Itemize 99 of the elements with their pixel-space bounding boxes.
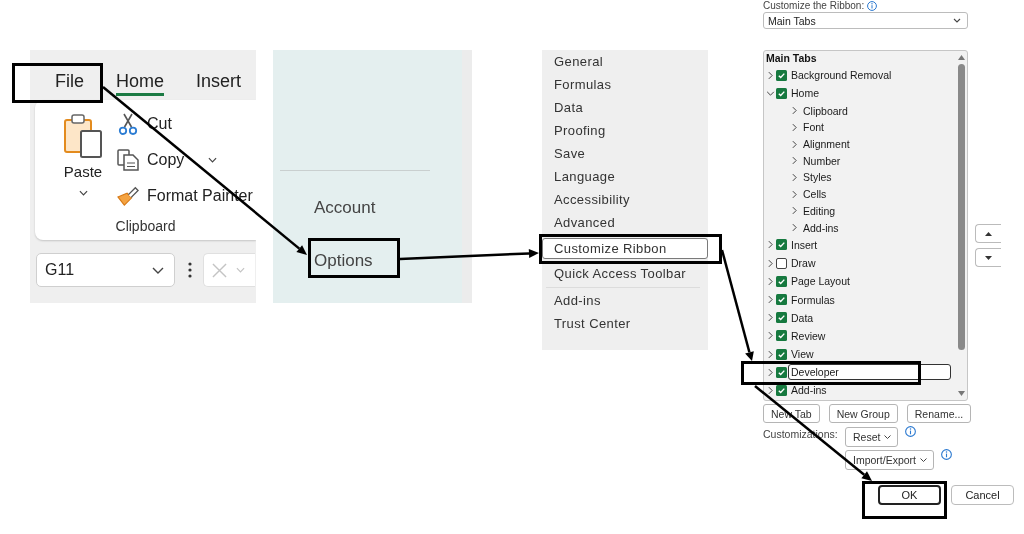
tree-item-label[interactable]: Draw bbox=[788, 255, 819, 272]
options-nav-item[interactable]: Proofing bbox=[542, 122, 708, 139]
tree-item-label[interactable]: Styles bbox=[800, 169, 835, 186]
chevron-down-icon[interactable] bbox=[953, 18, 961, 23]
options-nav-item[interactable]: Data bbox=[542, 99, 708, 116]
chevron-right-icon[interactable] bbox=[792, 189, 797, 199]
caret-icon bbox=[920, 458, 928, 462]
checkbox[interactable] bbox=[776, 384, 787, 396]
tree-item-label[interactable]: Add-ins bbox=[800, 219, 842, 236]
customization-button[interactable]: Reset bbox=[845, 427, 899, 447]
checkbox[interactable] bbox=[776, 87, 787, 99]
move-up-button[interactable] bbox=[975, 224, 1001, 243]
tree-item-label[interactable]: Number bbox=[800, 152, 844, 169]
checkbox[interactable] bbox=[776, 294, 787, 306]
ribbon-tab[interactable]: Insert bbox=[181, 68, 256, 98]
options-nav-item[interactable]: Quick Access Toolbar bbox=[542, 265, 708, 282]
checkbox[interactable] bbox=[776, 330, 787, 342]
tree-item-label[interactable]: View bbox=[788, 346, 817, 363]
chevron-right-icon[interactable] bbox=[768, 349, 773, 359]
options-nav-item[interactable]: Language bbox=[542, 168, 708, 185]
chevron-right-icon[interactable] bbox=[768, 313, 773, 323]
move-down-button[interactable] bbox=[975, 248, 1001, 267]
ribbon-tab[interactable]: Home bbox=[101, 68, 180, 98]
chevron-right-icon[interactable] bbox=[792, 139, 797, 149]
caret-icon bbox=[78, 190, 88, 196]
section-label: Customize the Ribbon: bbox=[763, 0, 865, 11]
options-nav-item[interactable]: General bbox=[542, 53, 708, 70]
options-nav-item[interactable]: Add-ins bbox=[542, 293, 708, 309]
tree-item-label[interactable]: Clipboard bbox=[800, 102, 851, 119]
checkbox[interactable] bbox=[776, 312, 787, 324]
tree-item-label[interactable]: Developer bbox=[788, 364, 951, 381]
tree-item-label[interactable]: Data bbox=[788, 309, 817, 326]
scroll-down-icon[interactable] bbox=[957, 391, 965, 396]
options-nav-item[interactable]: Customize Ribbon bbox=[542, 237, 708, 259]
chevron-right-icon[interactable] bbox=[792, 106, 797, 116]
caret-icon[interactable] bbox=[208, 157, 218, 163]
backstage-nav-item[interactable]: Options bbox=[314, 251, 373, 271]
checkbox[interactable] bbox=[776, 239, 787, 251]
copy-icon bbox=[117, 149, 139, 171]
scrollbar-thumb[interactable] bbox=[957, 64, 965, 350]
scroll-up-icon[interactable] bbox=[957, 55, 965, 60]
chevron-right-icon[interactable] bbox=[792, 223, 797, 233]
dialog-button[interactable]: OK bbox=[878, 485, 941, 505]
chevron-right-icon[interactable] bbox=[768, 331, 773, 341]
ribbon-tab[interactable]: File bbox=[40, 68, 99, 98]
chevron-right-icon[interactable] bbox=[768, 385, 773, 395]
tree-item-label[interactable]: Formulas bbox=[788, 291, 838, 308]
clipboard-icon bbox=[63, 113, 103, 159]
chevron-right-icon[interactable] bbox=[768, 258, 773, 268]
chevron-right-icon[interactable] bbox=[768, 70, 773, 80]
options-nav-item[interactable]: Advanced bbox=[542, 214, 708, 231]
checkbox[interactable] bbox=[776, 366, 787, 378]
group-label: Clipboard bbox=[115, 217, 176, 235]
triangle-down-icon bbox=[985, 255, 992, 260]
backstage-nav-item[interactable]: Account bbox=[314, 198, 376, 218]
chevron-right-icon[interactable] bbox=[792, 206, 797, 216]
customization-button[interactable]: Import/Export bbox=[845, 450, 935, 470]
name-box[interactable]: G11 bbox=[36, 253, 175, 287]
triangle-up-icon bbox=[985, 231, 992, 236]
checkbox[interactable] bbox=[776, 275, 787, 287]
chevron-right-icon[interactable] bbox=[792, 122, 797, 132]
tree-item-label[interactable]: Cells bbox=[800, 186, 830, 203]
chevron-right-icon[interactable] bbox=[768, 367, 773, 377]
checkbox[interactable] bbox=[776, 69, 787, 81]
tree-item-label[interactable]: Home bbox=[788, 85, 822, 102]
options-nav-item[interactable]: Trust Center bbox=[542, 316, 708, 332]
chevron-right-icon[interactable] bbox=[768, 240, 773, 250]
chevron-right-icon[interactable] bbox=[792, 156, 797, 166]
options-nav-item[interactable]: Accessibility bbox=[542, 191, 708, 208]
options-nav-item[interactable]: Formulas bbox=[542, 76, 708, 93]
paste-button[interactable]: Paste bbox=[57, 106, 109, 214]
scissors-icon bbox=[117, 113, 139, 135]
chevron-right-icon[interactable] bbox=[768, 295, 773, 305]
tree-item-label[interactable]: Alignment bbox=[800, 136, 853, 153]
more-options-icon[interactable] bbox=[188, 262, 192, 278]
paintbrush-icon bbox=[117, 185, 139, 207]
caret-icon bbox=[884, 435, 892, 439]
checkbox[interactable] bbox=[776, 348, 787, 360]
info-icon[interactable] bbox=[905, 426, 917, 437]
chevron-right-icon[interactable] bbox=[792, 172, 797, 182]
checkbox[interactable] bbox=[776, 257, 787, 269]
info-icon[interactable] bbox=[867, 0, 878, 11]
info-icon[interactable] bbox=[941, 449, 953, 460]
tree-item-label[interactable]: Review bbox=[788, 327, 829, 344]
tab-action-button[interactable]: Rename... bbox=[906, 404, 972, 423]
dialog-button[interactable]: Cancel bbox=[951, 485, 1014, 505]
tree-item-label[interactable]: Font bbox=[800, 119, 827, 136]
tree-item-label[interactable]: Add-ins bbox=[788, 382, 830, 399]
chevron-right-icon[interactable] bbox=[768, 276, 773, 286]
tree-item-label[interactable]: Background Removal bbox=[788, 67, 895, 84]
copy-button[interactable]: Copy bbox=[117, 147, 185, 173]
options-nav-item[interactable]: Save bbox=[542, 145, 708, 162]
tab-action-button[interactable]: New Group bbox=[828, 404, 898, 423]
tabs-dropdown[interactable]: Main Tabs bbox=[763, 12, 968, 29]
tree-item-label[interactable]: Editing bbox=[800, 202, 839, 219]
chevron-down-icon[interactable] bbox=[152, 266, 164, 274]
tree-header: Main Tabs bbox=[766, 52, 817, 64]
tree-item-label[interactable]: Insert bbox=[788, 236, 821, 253]
tree-item-label[interactable]: Page Layout bbox=[788, 273, 853, 290]
